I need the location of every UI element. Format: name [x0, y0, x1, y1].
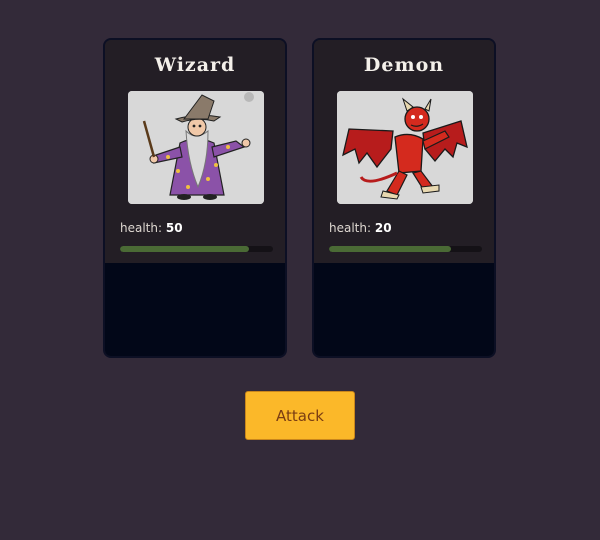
- health-bar-fill: [329, 246, 452, 252]
- dice-panel: 3 1 1: [105, 263, 285, 356]
- game-board: Wizard health: 50 Demon health: 20 Attac…: [0, 0, 600, 540]
- attack-button[interactable]: Attack: [245, 391, 355, 440]
- health-label-text: health:: [120, 221, 163, 235]
- health-bar-fill: [120, 246, 249, 252]
- health-bar: [329, 246, 482, 252]
- demon-card: Demon health: 20: [312, 38, 496, 358]
- health-value: 50: [165, 221, 183, 235]
- character-name: Demon: [363, 54, 445, 76]
- wizard-card: Wizard health: 50: [103, 38, 287, 358]
- demon-icon: [337, 91, 473, 204]
- wizard-icon: [128, 91, 264, 204]
- character-name: Wizard: [154, 54, 236, 76]
- health-label-text: health:: [329, 221, 372, 235]
- card-header-panel: Wizard health: 50: [105, 40, 285, 263]
- health-label: health: 50: [120, 221, 183, 235]
- card-header-panel: Demon health: 20: [314, 40, 494, 263]
- health-bar: [120, 246, 273, 252]
- dice-panel: 1 4: [314, 263, 494, 356]
- health-value: 20: [374, 221, 392, 235]
- health-label: health: 20: [329, 221, 392, 235]
